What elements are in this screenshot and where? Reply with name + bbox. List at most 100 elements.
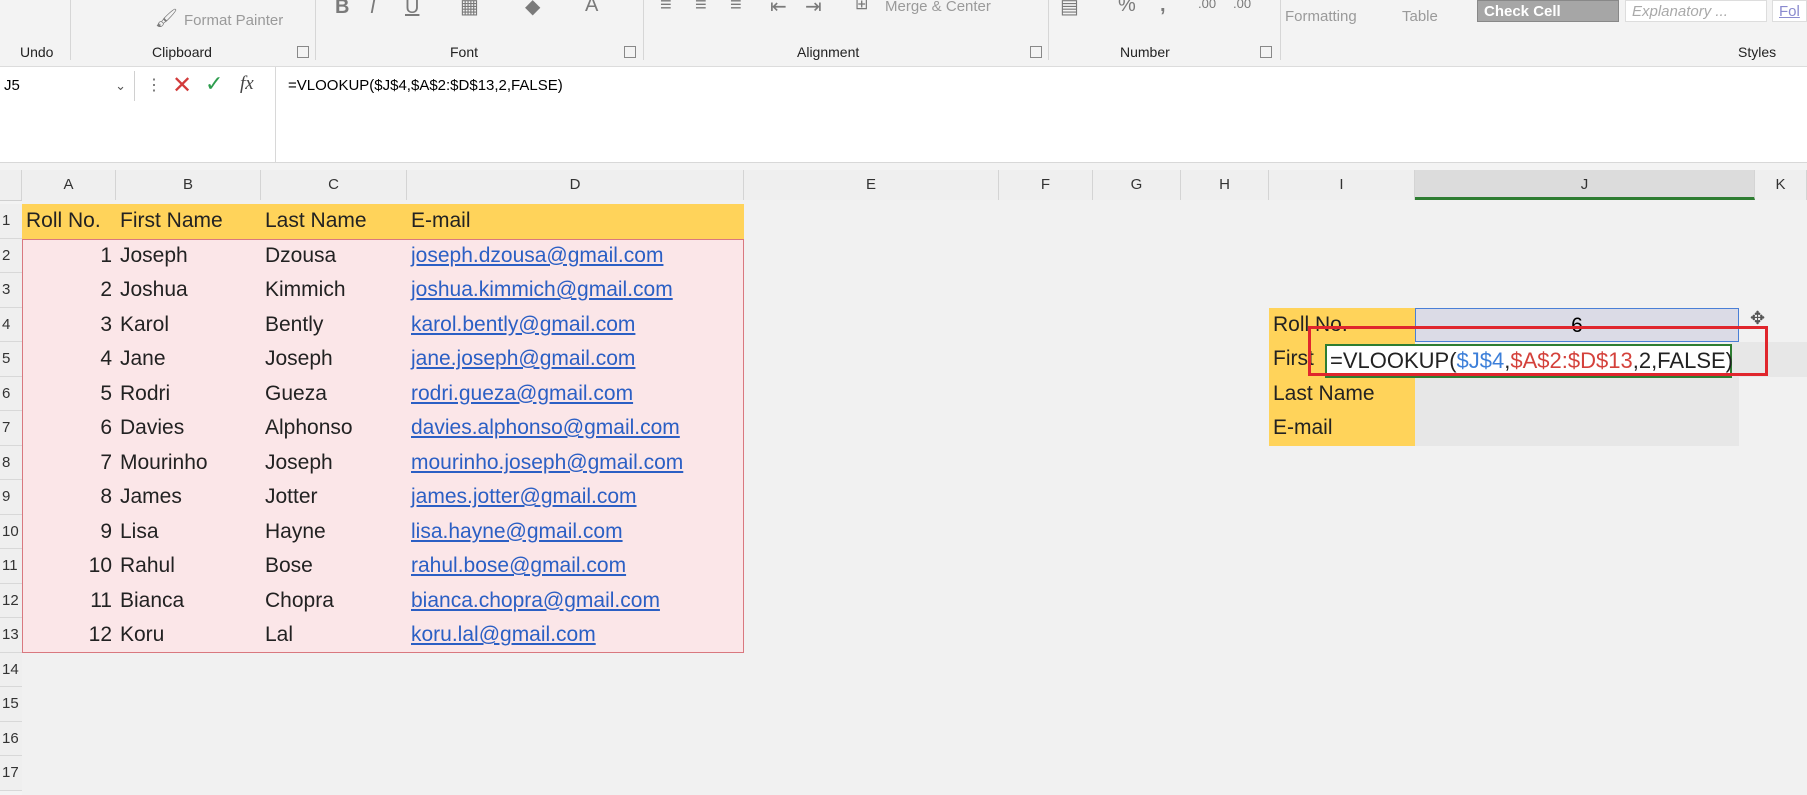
table-cell[interactable]: Joseph <box>261 342 407 377</box>
email-link-cell[interactable]: mourinho.joseph@gmail.com <box>407 445 744 480</box>
lookup-label[interactable]: E-mail <box>1269 411 1415 446</box>
table-cell[interactable]: Jotter <box>261 480 407 515</box>
table-cell[interactable]: Gueza <box>261 376 407 411</box>
table-cell[interactable]: Jane <box>116 342 261 377</box>
table-cell[interactable]: 11 <box>22 583 116 618</box>
table-cell[interactable]: Karol <box>116 307 261 342</box>
insert-function-icon[interactable]: fx <box>240 73 254 95</box>
col-header-I[interactable]: I <box>1269 170 1415 200</box>
table-cell[interactable]: 4 <box>22 342 116 377</box>
row-header[interactable]: 2 <box>0 238 22 273</box>
chevron-down-icon[interactable]: ⌄ <box>115 71 126 101</box>
email-link-cell[interactable]: james.jotter@gmail.com <box>407 480 744 515</box>
row-header[interactable]: 4 <box>0 307 22 342</box>
email-link-cell[interactable]: rodri.gueza@gmail.com <box>407 376 744 411</box>
enter-check-icon[interactable]: ✓ <box>205 71 223 97</box>
conditional-formatting-button[interactable]: Formatting <box>1285 8 1357 25</box>
align-left-icon[interactable]: ≡ <box>660 0 672 17</box>
col-header-C[interactable]: C <box>261 170 407 200</box>
col-header-B[interactable]: B <box>116 170 261 200</box>
table-header-cell[interactable]: Last Name <box>261 204 407 239</box>
row-header[interactable]: 6 <box>0 376 22 411</box>
name-box[interactable]: J5 ⌄ <box>0 71 135 101</box>
col-header-F[interactable]: F <box>999 170 1093 200</box>
email-link-cell[interactable]: davies.alphonso@gmail.com <box>407 411 744 446</box>
fill-color-icon[interactable]: ◆ <box>525 0 540 19</box>
email-link-cell[interactable]: karol.bently@gmail.com <box>407 307 744 342</box>
font-color-icon[interactable]: A <box>585 0 598 17</box>
format-painter-icon[interactable]: 🖌 <box>155 8 178 29</box>
table-cell[interactable]: 3 <box>22 307 116 342</box>
table-cell[interactable]: Dzousa <box>261 238 407 273</box>
row-header[interactable]: 12 <box>0 583 22 618</box>
email-link-cell[interactable]: koru.lal@gmail.com <box>407 618 744 653</box>
row-header[interactable]: 16 <box>0 721 22 756</box>
bold-icon[interactable]: B <box>335 0 349 19</box>
table-header-cell[interactable]: E-mail <box>407 204 744 239</box>
table-cell[interactable]: Hayne <box>261 514 407 549</box>
italic-icon[interactable]: I <box>370 0 376 19</box>
table-cell[interactable]: Koru <box>116 618 261 653</box>
table-cell[interactable]: 2 <box>22 273 116 308</box>
underline-icon[interactable]: U <box>405 0 419 19</box>
email-link-cell[interactable]: rahul.bose@gmail.com <box>407 549 744 584</box>
select-all-corner[interactable] <box>0 170 22 200</box>
row-header[interactable]: 1 <box>0 204 22 239</box>
col-header-A[interactable]: A <box>22 170 116 200</box>
table-cell[interactable]: 6 <box>22 411 116 446</box>
font-launcher-icon[interactable] <box>624 46 636 58</box>
table-cell[interactable]: Mourinho <box>116 445 261 480</box>
align-center-icon[interactable]: ≡ <box>695 0 707 17</box>
last-name-result-cell[interactable] <box>1415 376 1739 411</box>
table-header-cell[interactable]: First Name <box>116 204 261 239</box>
row-header[interactable]: 10 <box>0 514 22 549</box>
table-cell[interactable]: Rahul <box>116 549 261 584</box>
col-header-D[interactable]: D <box>407 170 744 200</box>
table-cell[interactable]: Alphonso <box>261 411 407 446</box>
number-launcher-icon[interactable] <box>1260 46 1272 58</box>
table-cell[interactable]: Lal <box>261 618 407 653</box>
row-header[interactable]: 11 <box>0 549 22 584</box>
lookup-label[interactable]: Last Name <box>1269 376 1415 411</box>
col-header-G[interactable]: G <box>1093 170 1181 200</box>
format-painter-button[interactable]: Format Painter <box>184 12 283 29</box>
table-cell[interactable]: 7 <box>22 445 116 480</box>
table-cell[interactable]: 12 <box>22 618 116 653</box>
explanatory-style[interactable]: Explanatory ... <box>1625 0 1767 22</box>
cancel-icon[interactable]: ✕ <box>172 71 192 100</box>
clipboard-launcher-icon[interactable] <box>297 46 309 58</box>
borders-icon[interactable]: ▦ <box>460 0 479 19</box>
table-cell[interactable]: Kimmich <box>261 273 407 308</box>
table-cell[interactable]: Bianca <box>116 583 261 618</box>
row-header[interactable]: 15 <box>0 687 22 722</box>
col-header-H[interactable]: H <box>1181 170 1269 200</box>
accounting-format-icon[interactable]: ▤ <box>1060 0 1079 19</box>
table-cell[interactable]: Bose <box>261 549 407 584</box>
percent-icon[interactable]: % <box>1118 0 1136 17</box>
table-cell[interactable]: Joseph <box>116 238 261 273</box>
check-cell-style[interactable]: Check Cell <box>1477 0 1619 22</box>
email-link-cell[interactable]: lisa.hayne@gmail.com <box>407 514 744 549</box>
row-header[interactable]: 5 <box>0 342 22 377</box>
increase-indent-icon[interactable]: ⇥ <box>805 0 822 19</box>
table-cell[interactable]: Joseph <box>261 445 407 480</box>
table-cell[interactable]: 10 <box>22 549 116 584</box>
format-as-table-button[interactable]: Table <box>1402 8 1438 25</box>
table-cell[interactable]: Joshua <box>116 273 261 308</box>
merge-icon[interactable]: ⊞ <box>855 0 868 14</box>
alignment-launcher-icon[interactable] <box>1030 46 1042 58</box>
row-header[interactable]: 13 <box>0 618 22 653</box>
increase-decimal-icon[interactable]: .00 <box>1198 0 1216 11</box>
table-cell[interactable]: Rodri <box>116 376 261 411</box>
table-cell[interactable]: 1 <box>22 238 116 273</box>
followed-hyperlink-style[interactable]: Fol <box>1772 0 1807 22</box>
comma-style-icon[interactable]: , <box>1160 0 1166 17</box>
align-right-icon[interactable]: ≡ <box>730 0 742 17</box>
table-cell[interactable]: 5 <box>22 376 116 411</box>
email-link-cell[interactable]: jane.joseph@gmail.com <box>407 342 744 377</box>
formula-input[interactable]: =VLOOKUP($J$4,$A$2:$D$13,2,FALSE) <box>275 67 1807 162</box>
email-link-cell[interactable]: joshua.kimmich@gmail.com <box>407 273 744 308</box>
decrease-indent-icon[interactable]: ⇤ <box>770 0 787 19</box>
col-header-K[interactable]: K <box>1755 170 1807 200</box>
row-header[interactable]: 8 <box>0 445 22 480</box>
